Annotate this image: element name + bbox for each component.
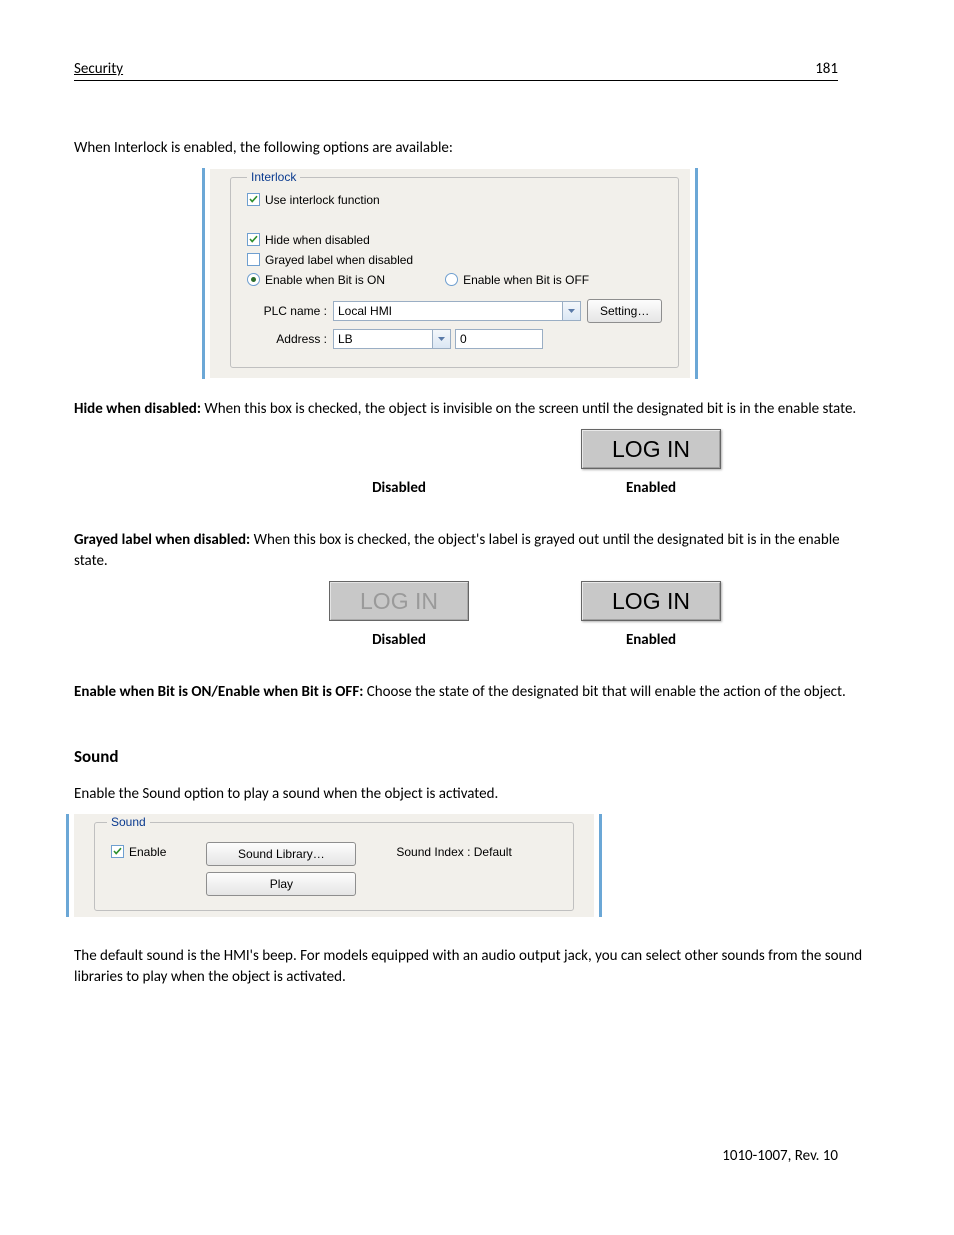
enable-on-label: Enable when Bit is ON (265, 273, 385, 287)
login-grayed-example: LOG IN (329, 581, 469, 621)
gray-bold: Grayed label when disabled: (74, 531, 250, 549)
sound-heading: Sound (74, 746, 874, 767)
interlock-panel: Interlock Use interlock function Hide wh… (210, 168, 690, 379)
login-enabled-example-2: LOG IN (581, 581, 721, 621)
enable-off-label: Enable when Bit is OFF (463, 273, 589, 287)
enable-rest: Choose the state of the designated bit t… (363, 683, 845, 701)
hide-when-disabled-checkbox[interactable] (247, 233, 260, 246)
login-enabled-example: LOG IN (581, 429, 721, 469)
caption-enabled: Enabled (538, 479, 764, 497)
caption-enabled-2: Enabled (538, 631, 764, 649)
interlock-legend: Interlock (247, 170, 300, 184)
sound-index-label: Sound Index : Default (396, 842, 511, 859)
sound-legend: Sound (107, 815, 150, 829)
enable-bold: Enable when Bit is ON/Enable when Bit is… (74, 683, 363, 701)
grayed-label-checkbox[interactable] (247, 253, 260, 266)
plc-name-select[interactable]: Local HMI (333, 301, 581, 321)
caption-disabled: Disabled (286, 479, 512, 497)
plc-name-value: Local HMI (338, 304, 392, 318)
header-rule (74, 80, 838, 81)
chevron-down-icon (432, 330, 450, 348)
use-interlock-checkbox[interactable] (247, 193, 260, 206)
page-number: 181 (815, 60, 838, 78)
enable-on-radio[interactable] (247, 273, 260, 286)
enable-paragraph: Enable when Bit is ON/Enable when Bit is… (74, 682, 874, 704)
sound-panel: Sound Enable Sound Library… Play Sound I… (74, 814, 594, 917)
hide-when-disabled-label: Hide when disabled (265, 233, 370, 247)
use-interlock-label: Use interlock function (265, 193, 380, 207)
hide-bold: Hide when disabled: (74, 400, 201, 418)
enable-off-radio[interactable] (445, 273, 458, 286)
chevron-down-icon (562, 302, 580, 320)
sound-enable-label: Enable (129, 845, 166, 859)
grayed-paragraph: Grayed label when disabled: When this bo… (74, 530, 874, 574)
plc-name-label: PLC name : (247, 304, 327, 318)
sound-intro: Enable the Sound option to play a sound … (74, 784, 874, 806)
grayed-label-label: Grayed label when disabled (265, 253, 413, 267)
sound-enable-checkbox[interactable] (111, 845, 124, 858)
address-label: Address : (247, 332, 327, 346)
caption-disabled-2: Disabled (286, 631, 512, 649)
hide-when-disabled-paragraph: Hide when disabled: When this box is che… (74, 399, 874, 421)
play-button[interactable]: Play (206, 872, 356, 896)
setting-button[interactable]: Setting… (587, 299, 662, 323)
intro-text: When Interlock is enabled, the following… (74, 138, 874, 160)
sound-library-button[interactable]: Sound Library… (206, 842, 356, 866)
address-type-select[interactable]: LB (333, 329, 451, 349)
address-value-input[interactable]: 0 (455, 329, 543, 349)
sound-outro: The default sound is the HMI's beep. For… (74, 946, 874, 990)
hide-rest: When this box is checked, the object is … (201, 400, 856, 418)
header-section: Security (74, 60, 123, 78)
address-type-value: LB (338, 332, 353, 346)
footer-text: 1010-1007, Rev. 10 (722, 1147, 838, 1165)
